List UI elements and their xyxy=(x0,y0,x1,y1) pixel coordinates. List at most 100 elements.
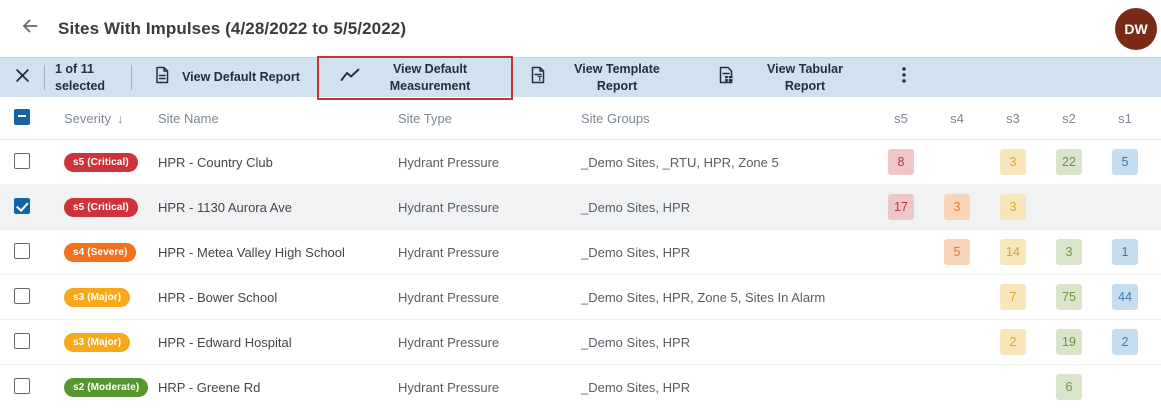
site-name: HPR - Bower School xyxy=(158,290,398,305)
row-checkbox-cell xyxy=(0,198,48,217)
s3-count-cell: 14 xyxy=(985,239,1041,265)
s3-count-chip: 3 xyxy=(1000,149,1026,175)
table-row[interactable]: s3 (Major) HPR - Bower School Hydrant Pr… xyxy=(0,275,1161,320)
severity-badge: s3 (Major) xyxy=(64,288,130,307)
site-type: Hydrant Pressure xyxy=(398,245,581,260)
site-name: HPR - Edward Hospital xyxy=(158,335,398,350)
site-type: Hydrant Pressure xyxy=(398,335,581,350)
s5-count-cell: 17 xyxy=(873,194,929,220)
table-header-row: Severity ↓ Site Name Site Type Site Grou… xyxy=(0,97,1161,140)
view-default-measurement-button[interactable]: View Default Measurement xyxy=(320,58,508,97)
select-all-checkbox[interactable] xyxy=(14,109,30,125)
s4-count-cell: 3 xyxy=(929,194,985,220)
close-icon xyxy=(15,68,30,88)
column-header-s4[interactable]: s4 xyxy=(929,111,985,126)
s1-count-cell: 5 xyxy=(1097,149,1153,175)
column-header-severity[interactable]: Severity ↓ xyxy=(48,111,158,126)
document-tabular-icon xyxy=(716,65,736,90)
s1-count-chip: 44 xyxy=(1112,284,1138,310)
s3-count-cell: 3 xyxy=(985,149,1041,175)
selection-count: 1 of 11 selected xyxy=(45,58,131,97)
severity-cell: s5 (Critical) xyxy=(48,198,158,217)
row-checkbox-cell xyxy=(0,243,48,262)
table-row[interactable]: s3 (Major) HPR - Edward Hospital Hydrant… xyxy=(0,320,1161,365)
page-title: Sites With Impulses (4/28/2022 to 5/5/20… xyxy=(58,19,406,39)
s2-count-cell: 6 xyxy=(1041,374,1097,400)
site-groups: _Demo Sites, HPR xyxy=(581,380,873,395)
column-header-site-name[interactable]: Site Name xyxy=(158,111,398,126)
s2-count-cell: 75 xyxy=(1041,284,1097,310)
s2-count-chip: 75 xyxy=(1056,284,1082,310)
column-header-s5[interactable]: s5 xyxy=(873,111,929,126)
s1-count-cell: 2 xyxy=(1097,329,1153,355)
table-row[interactable]: s5 (Critical) HPR - 1130 Aurora Ave Hydr… xyxy=(0,185,1161,230)
column-header-site-type[interactable]: Site Type xyxy=(398,111,581,126)
severity-badge: s4 (Severe) xyxy=(64,243,136,262)
s3-count-chip: 2 xyxy=(1000,329,1026,355)
selection-count-line2: selected xyxy=(55,78,105,94)
s3-count-chip: 7 xyxy=(1000,284,1026,310)
s1-count-cell: 1 xyxy=(1097,239,1153,265)
s2-count-chip: 22 xyxy=(1056,149,1082,175)
row-checkbox[interactable] xyxy=(14,333,30,349)
s1-count-chip: 5 xyxy=(1112,149,1138,175)
column-header-s2[interactable]: s2 xyxy=(1041,111,1097,126)
s5-count-chip: 17 xyxy=(888,194,914,220)
site-name: HPR - Country Club xyxy=(158,155,398,170)
view-tabular-report-button[interactable]: View Tabular Report xyxy=(696,58,884,97)
severity-badge: s2 (Moderate) xyxy=(64,378,148,397)
site-type: Hydrant Pressure xyxy=(398,380,581,395)
site-groups: _Demo Sites, HPR xyxy=(581,245,873,260)
severity-badge: s5 (Critical) xyxy=(64,198,138,217)
s4-count-chip: 5 xyxy=(944,239,970,265)
sort-descending-icon: ↓ xyxy=(117,111,124,126)
table-row[interactable]: s2 (Moderate) HRP - Greene Rd Hydrant Pr… xyxy=(0,365,1161,409)
s4-count-chip: 3 xyxy=(944,194,970,220)
s1-count-chip: 1 xyxy=(1112,239,1138,265)
selection-toolbar: 1 of 11 selected View Default Report Vie… xyxy=(0,57,1161,97)
avatar[interactable]: DW xyxy=(1115,8,1157,50)
row-checkbox[interactable] xyxy=(14,243,30,259)
table-row[interactable]: s5 (Critical) HPR - Country Club Hydrant… xyxy=(0,140,1161,185)
back-button[interactable] xyxy=(14,13,46,45)
row-checkbox[interactable] xyxy=(14,378,30,394)
view-tabular-report-label: View Tabular Report xyxy=(746,61,864,94)
s2-count-chip: 19 xyxy=(1056,329,1082,355)
selection-count-line1: 1 of 11 xyxy=(55,61,105,77)
severity-cell: s5 (Critical) xyxy=(48,153,158,172)
row-checkbox[interactable] xyxy=(14,198,30,214)
s1-count-cell: 44 xyxy=(1097,284,1153,310)
row-checkbox[interactable] xyxy=(14,153,30,169)
column-header-severity-label: Severity xyxy=(64,111,111,126)
site-type: Hydrant Pressure xyxy=(398,155,581,170)
column-header-s3[interactable]: s3 xyxy=(985,111,1041,126)
svg-text:T: T xyxy=(538,74,543,83)
site-groups: _Demo Sites, HPR xyxy=(581,200,873,215)
s3-count-cell: 7 xyxy=(985,284,1041,310)
view-template-report-button[interactable]: T View Template Report xyxy=(508,58,696,97)
site-name: HPR - Metea Valley High School xyxy=(158,245,398,260)
s3-count-chip: 14 xyxy=(1000,239,1026,265)
site-type: Hydrant Pressure xyxy=(398,290,581,305)
view-default-report-button[interactable]: View Default Report xyxy=(132,58,320,97)
table-row[interactable]: s4 (Severe) HPR - Metea Valley High Scho… xyxy=(0,230,1161,275)
s5-count-cell: 8 xyxy=(873,149,929,175)
severity-cell: s3 (Major) xyxy=(48,333,158,352)
row-checkbox-cell xyxy=(0,153,48,172)
site-groups: _Demo Sites, _RTU, HPR, Zone 5 xyxy=(581,155,873,170)
more-options-button[interactable] xyxy=(884,58,924,97)
s2-count-cell: 22 xyxy=(1041,149,1097,175)
column-header-s1[interactable]: s1 xyxy=(1097,111,1153,126)
top-bar: Sites With Impulses (4/28/2022 to 5/5/20… xyxy=(0,0,1161,57)
view-default-measurement-label: View Default Measurement xyxy=(371,61,489,94)
severity-cell: s4 (Severe) xyxy=(48,243,158,262)
s3-count-cell: 3 xyxy=(985,194,1041,220)
row-checkbox[interactable] xyxy=(14,288,30,304)
column-header-site-groups[interactable]: Site Groups xyxy=(581,111,873,126)
clear-selection-button[interactable] xyxy=(0,58,44,97)
document-template-icon: T xyxy=(528,65,548,90)
site-name: HRP - Greene Rd xyxy=(158,380,398,395)
row-checkbox-cell xyxy=(0,333,48,352)
line-chart-icon xyxy=(339,67,361,88)
document-report-icon xyxy=(152,65,172,90)
